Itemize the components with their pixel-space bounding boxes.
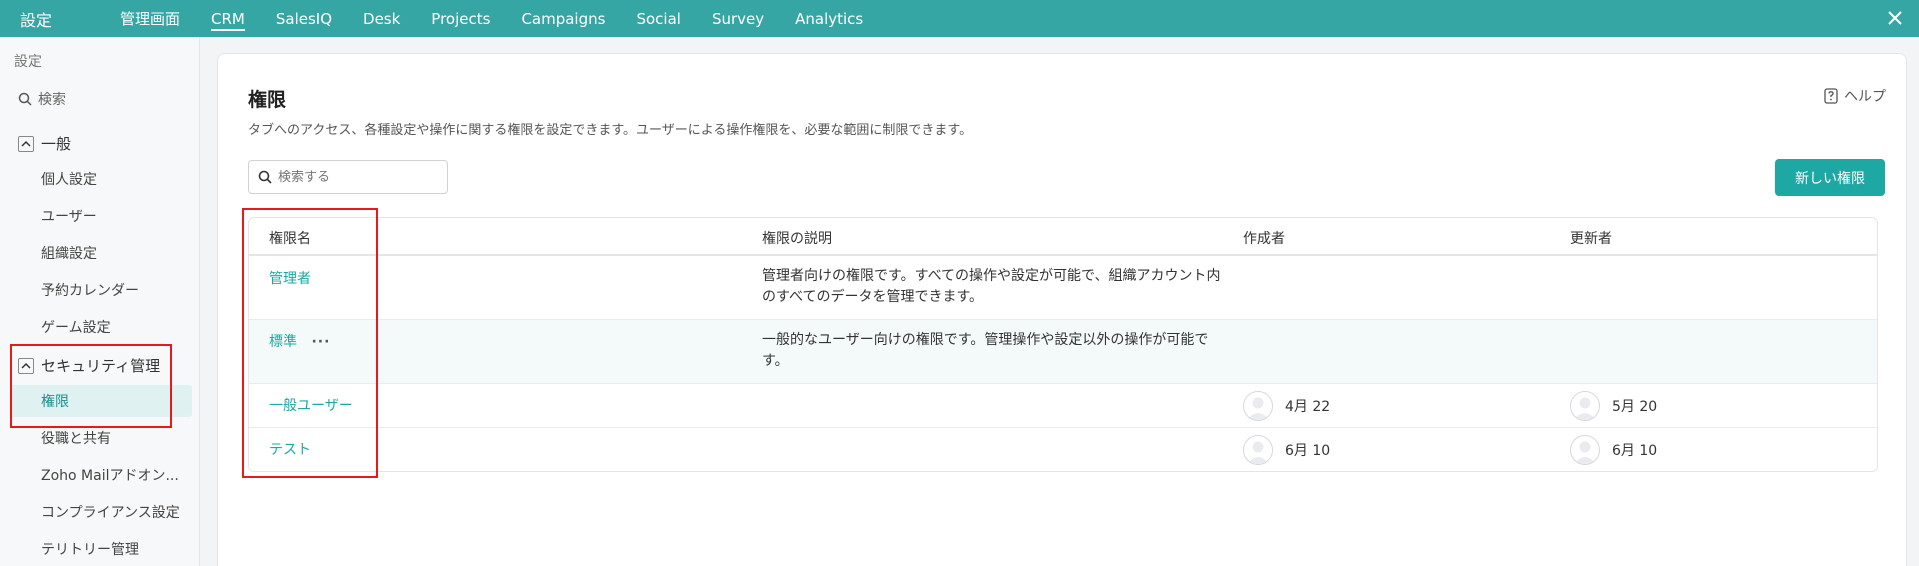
table-row[interactable]: 一般ユーザー 4月 22 5月 20 [249, 384, 1877, 428]
help-link[interactable]: ヘルプ [1824, 86, 1886, 106]
top-nav: 管理画面 CRM SalesIQ Desk Projects Campaigns… [120, 0, 894, 37]
page-title: 権限 [248, 89, 287, 111]
chevron-up-icon [18, 135, 34, 152]
table-header: 権限名 権限の説明 作成者 更新者 [249, 218, 1877, 256]
sidebar-group-general[interactable]: 一般 [18, 133, 71, 154]
sidebar-item-calendar[interactable]: 予約カレンダー [10, 274, 192, 306]
sidebar-item-territory[interactable]: テリトリー管理 [10, 533, 192, 565]
nav-crm[interactable]: CRM [211, 0, 245, 37]
sidebar-item-label: 個人設定 [41, 172, 97, 188]
created-by-cell: 4月 22 [1243, 391, 1330, 421]
avatar[interactable] [1243, 435, 1273, 465]
avatar[interactable] [1570, 435, 1600, 465]
nav-analytics[interactable]: Analytics [795, 0, 863, 37]
sidebar: 設定 検索 一般 個人設定 ユーザー 組織設定 予約カレンダー ゲーム設定 セキ… [0, 37, 200, 566]
close-icon[interactable] [1883, 6, 1907, 30]
app-title: 設定 [20, 10, 53, 30]
created-by-cell: 6月 10 [1243, 435, 1330, 465]
permission-name-cell: 標準 ··· [269, 331, 330, 351]
sidebar-item-label: ユーザー [41, 209, 97, 225]
table-row[interactable]: 標準 ··· 一般的なユーザー向けの権限です。管理操作や設定以外の操作が可能です… [249, 320, 1877, 384]
sidebar-item-personal[interactable]: 個人設定 [10, 163, 192, 195]
sidebar-group-security[interactable]: セキュリティ管理 [18, 355, 160, 376]
permission-name-link[interactable]: 一般ユーザー [269, 395, 353, 415]
table-row[interactable]: 管理者 管理者向けの権限です。すべての操作や設定が可能で、組織アカウント内のすべ… [249, 256, 1877, 320]
help-label: ヘルプ [1844, 89, 1886, 105]
sidebar-group-label: セキュリティ管理 [41, 357, 161, 375]
permission-name-link[interactable]: テスト [269, 439, 311, 459]
help-icon [1824, 88, 1838, 104]
sidebar-item-zoho-mail[interactable]: Zoho Mailアドオン... [10, 459, 192, 491]
created-date: 6月 10 [1285, 443, 1331, 459]
updated-by-cell: 6月 10 [1570, 435, 1657, 465]
sidebar-group-label: 一般 [41, 135, 72, 153]
sidebar-item-permissions[interactable]: 権限 [10, 385, 192, 417]
sidebar-item-label: Zoho Mailアドオン... [41, 468, 179, 484]
sidebar-title: 設定 [14, 54, 42, 70]
nav-projects[interactable]: Projects [431, 0, 490, 37]
chevron-up-icon [18, 357, 34, 374]
sidebar-item-org[interactable]: 組織設定 [10, 237, 192, 269]
page-description: タブへのアクセス、各種設定や操作に関する権限を設定できます。ユーザーによる操作権… [248, 123, 973, 138]
column-header-created-by[interactable]: 作成者 [1243, 228, 1285, 248]
sidebar-search-label: 検索 [38, 92, 66, 108]
avatar[interactable] [1570, 391, 1600, 421]
nav-survey[interactable]: Survey [712, 0, 764, 37]
nav-social[interactable]: Social [636, 0, 680, 37]
permission-description: 管理者向けの権限です。すべての操作や設定が可能で、組織アカウント内のすべてのデー… [762, 268, 1221, 305]
permissions-table: 権限名 権限の説明 作成者 更新者 管理者 管理者向けの権限です。すべての操作や… [248, 217, 1878, 472]
search-icon [258, 170, 272, 184]
top-bar: 設定 管理画面 CRM SalesIQ Desk Projects Campai… [0, 0, 1919, 37]
sidebar-item-game[interactable]: ゲーム設定 [10, 311, 192, 343]
column-header-updated-by[interactable]: 更新者 [1570, 228, 1612, 248]
main-panel: 権限 タブへのアクセス、各種設定や操作に関する権限を設定できます。ユーザーによる… [217, 53, 1907, 566]
sidebar-item-label: 予約カレンダー [41, 283, 139, 299]
new-permission-button[interactable]: 新しい権限 [1775, 159, 1885, 196]
permission-name-link[interactable]: 標準 [269, 334, 297, 350]
search-icon [18, 92, 32, 106]
column-header-name[interactable]: 権限名 [269, 228, 311, 248]
updated-by-cell: 5月 20 [1570, 391, 1657, 421]
sidebar-item-label: コンプライアンス設定 [41, 505, 180, 521]
sidebar-item-label: テリトリー管理 [41, 542, 139, 558]
sidebar-item-label: 権限 [41, 394, 69, 410]
sidebar-search[interactable]: 検索 [18, 89, 66, 109]
nav-salesiq[interactable]: SalesIQ [276, 0, 332, 37]
sidebar-item-roles[interactable]: 役職と共有 [10, 422, 192, 454]
sidebar-item-label: 役職と共有 [41, 431, 111, 447]
nav-admin[interactable]: 管理画面 [120, 0, 180, 37]
permission-name-link[interactable]: 管理者 [269, 268, 311, 288]
more-options-icon[interactable]: ··· [311, 334, 330, 350]
sidebar-item-users[interactable]: ユーザー [10, 200, 192, 232]
sidebar-item-label: ゲーム設定 [41, 320, 111, 336]
created-date: 4月 22 [1285, 399, 1331, 415]
permission-search[interactable] [248, 160, 448, 194]
avatar[interactable] [1243, 391, 1273, 421]
column-header-description[interactable]: 権限の説明 [762, 228, 832, 248]
nav-desk[interactable]: Desk [363, 0, 400, 37]
sidebar-item-compliance[interactable]: コンプライアンス設定 [10, 496, 192, 528]
nav-campaigns[interactable]: Campaigns [521, 0, 605, 37]
table-row[interactable]: テスト 6月 10 6月 10 [249, 428, 1877, 471]
search-input[interactable] [278, 169, 438, 185]
sidebar-item-label: 組織設定 [41, 246, 97, 262]
updated-date: 6月 10 [1612, 443, 1658, 459]
updated-date: 5月 20 [1612, 399, 1658, 415]
permission-description: 一般的なユーザー向けの権限です。管理操作や設定以外の操作が可能です。 [762, 332, 1209, 369]
